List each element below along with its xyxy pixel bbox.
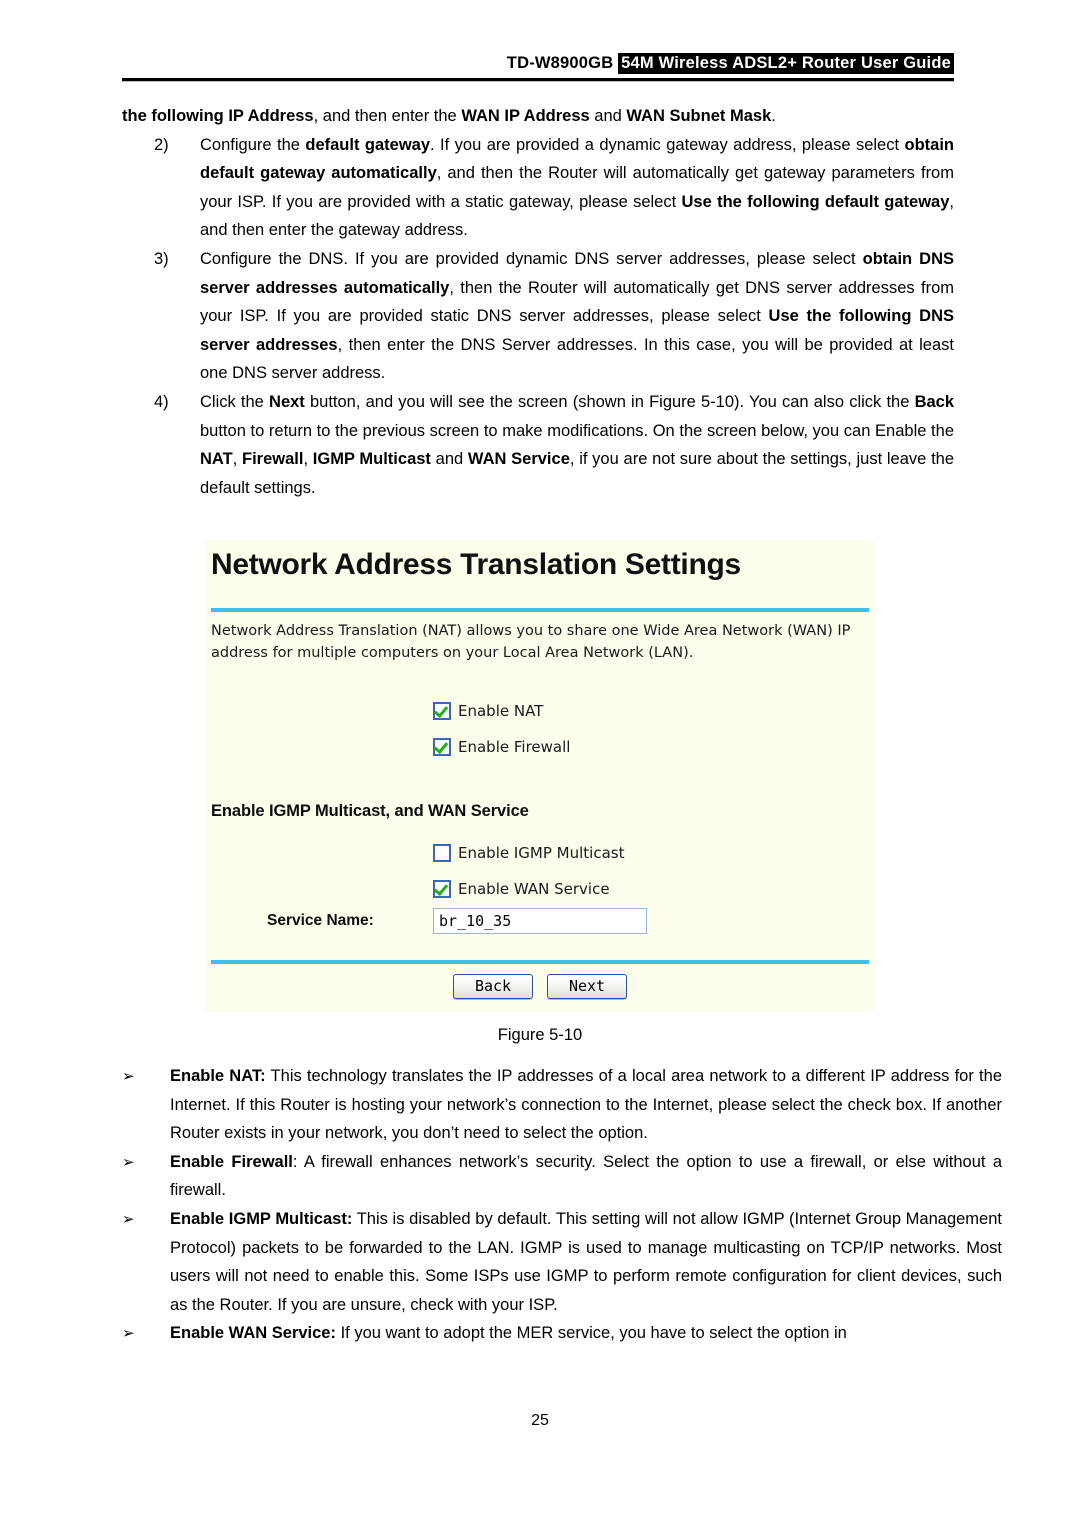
secondary-checkbox-group: Enable IGMP Multicast Enable WAN Service [433, 840, 624, 912]
numbered-item-3-marker: 3) [154, 249, 169, 268]
nat-description: Network Address Translation (NAT) allows… [211, 623, 851, 661]
bullet-item-enable-igmp-multicast: ➢ Enable IGMP Multicast: This is disable… [122, 1205, 1002, 1319]
enable-nat-checkbox[interactable] [433, 702, 451, 720]
router-config-screenshot: Network Address Translation Settings Net… [205, 540, 875, 1012]
primary-checkbox-group: Enable NAT Enable Firewall [433, 698, 570, 770]
header-model-name: TD-W8900GB [506, 54, 614, 72]
bullet-item-enable-nat: ➢ Enable NAT: This technology translates… [122, 1062, 1002, 1148]
bullet-item-enable-igmp-multicast-text: Enable IGMP Multicast: This is disabled … [170, 1209, 1002, 1314]
bullet-item-enable-wan-service-text: Enable WAN Service: If you want to adopt… [170, 1324, 847, 1343]
service-name-row: Service Name: br_10_35 [267, 908, 647, 934]
bullet-arrow-icon-4: ➢ [122, 1324, 135, 1343]
lead-paragraph: the following IP Address, and then enter… [122, 107, 776, 125]
nat-settings-title: Network Address Translation Settings [211, 548, 741, 581]
numbered-list: 2) Configure the default gateway. If you… [154, 131, 955, 503]
numbered-item-2-marker: 2) [154, 135, 169, 154]
bullet-arrow-icon-1: ➢ [122, 1067, 135, 1085]
enable-firewall-checkbox[interactable] [433, 738, 451, 756]
igmp-wan-section-heading: Enable IGMP Multicast, and WAN Service [211, 802, 529, 820]
panel-bottom-divider [211, 960, 869, 964]
checkbox-row-enable-nat[interactable]: Enable NAT [433, 698, 570, 724]
panel-button-row: Back Next [205, 974, 875, 999]
numbered-item-3-text: Configure the DNS. If you are provided d… [200, 249, 955, 383]
service-name-label: Service Name: [267, 912, 374, 929]
enable-igmp-multicast-label: Enable IGMP Multicast [458, 844, 625, 862]
bullet-item-enable-firewall-text: Enable Firewall: A firewall enhances net… [170, 1152, 1002, 1200]
enable-wan-service-label: Enable WAN Service [458, 880, 610, 898]
bullet-item-enable-wan-service: ➢ Enable WAN Service: If you want to ado… [122, 1319, 1002, 1348]
bullet-list: ➢ Enable NAT: This technology translates… [122, 1062, 1002, 1348]
enable-wan-service-checkbox[interactable] [433, 880, 451, 898]
numbered-item-3: 3) Configure the DNS. If you are provide… [154, 245, 955, 388]
numbered-item-2: 2) Configure the default gateway. If you… [154, 131, 954, 245]
numbered-item-4: 4) Click the Next button, and you will s… [154, 388, 955, 502]
back-button[interactable]: Back [453, 974, 533, 999]
bullet-item-enable-firewall: ➢ Enable Firewall: A firewall enhances n… [122, 1148, 1002, 1205]
document-page: TD-W8900GB 54M Wireless ADSL2+ Router Us… [0, 0, 1080, 1527]
enable-igmp-multicast-checkbox[interactable] [433, 844, 451, 862]
bullet-arrow-icon-2: ➢ [122, 1152, 135, 1171]
bullet-arrow-icon-3: ➢ [122, 1209, 135, 1228]
enable-firewall-label: Enable Firewall [458, 738, 571, 756]
document-body: the following IP Address, and then enter… [122, 102, 954, 502]
page-header: TD-W8900GB 54M Wireless ADSL2+ Router Us… [122, 52, 954, 82]
bullet-item-enable-nat-text: Enable NAT: This technology translates t… [170, 1067, 1002, 1143]
page-number: 25 [531, 1412, 549, 1429]
header-divider [122, 78, 954, 82]
checkbox-row-enable-firewall[interactable]: Enable Firewall [433, 734, 570, 760]
service-name-input[interactable]: br_10_35 [433, 908, 647, 934]
numbered-item-4-text: Click the Next button, and you will see … [200, 392, 955, 497]
next-button[interactable]: Next [547, 974, 627, 999]
header-title-line: TD-W8900GB 54M Wireless ADSL2+ Router Us… [122, 52, 954, 76]
numbered-item-4-marker: 4) [154, 392, 169, 411]
figure-caption: Figure 5-10 [497, 1026, 583, 1044]
checkbox-row-enable-igmp-multicast[interactable]: Enable IGMP Multicast [433, 840, 624, 866]
checkbox-row-enable-wan-service[interactable]: Enable WAN Service [433, 876, 624, 902]
header-product-title: 54M Wireless ADSL2+ Router User Guide [618, 53, 954, 74]
panel-top-divider [211, 608, 869, 612]
enable-nat-label: Enable NAT [458, 702, 544, 720]
numbered-item-2-text: Configure the default gateway. If you ar… [200, 135, 954, 240]
